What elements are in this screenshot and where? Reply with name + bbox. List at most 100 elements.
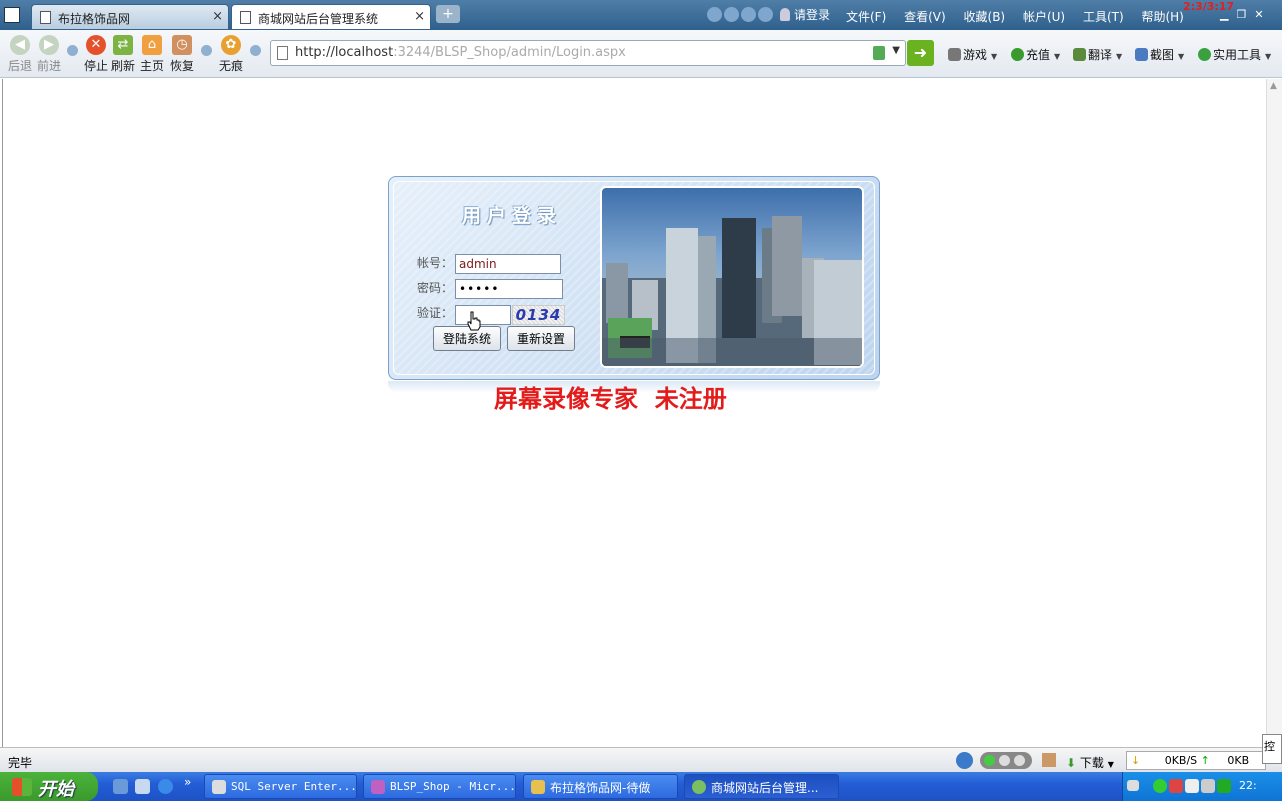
- captcha-image[interactable]: 0134: [512, 305, 565, 325]
- tab-bulage-shop[interactable]: 布拉格饰品网 ×: [31, 4, 229, 30]
- history-dropdown-icon[interactable]: [67, 45, 78, 56]
- control-panel-tab[interactable]: 控: [1262, 734, 1282, 764]
- menu-view[interactable]: 查看(V): [904, 10, 946, 24]
- forward-button[interactable]: ▶ 前进: [34, 35, 64, 74]
- upload-speed: 0KB: [1227, 754, 1250, 767]
- qq-icon[interactable]: [1169, 779, 1183, 793]
- url-host: http://localhost: [295, 45, 394, 60]
- restore-icon[interactable]: ❐: [1236, 8, 1246, 21]
- tray-expand-icon[interactable]: [1143, 778, 1153, 792]
- go-button[interactable]: ➜: [907, 40, 934, 66]
- menu-tools[interactable]: 工具(T): [1083, 10, 1124, 24]
- city-photo: [600, 186, 864, 368]
- show-desktop-icon[interactable]: [113, 779, 128, 794]
- incognito-dropdown-icon[interactable]: [250, 45, 261, 56]
- restore-dropdown-icon[interactable]: [201, 45, 212, 56]
- account-login-link[interactable]: 请登录: [780, 6, 830, 23]
- stop-label: 停止: [83, 59, 108, 73]
- screenshot-label: 截图: [1150, 48, 1175, 62]
- address-bar[interactable]: http://localhost:3244/BLSP_Shop/admin/Lo…: [270, 40, 906, 66]
- forward-label: 前进: [36, 59, 61, 73]
- sidebar-toggle-icon[interactable]: [4, 7, 20, 23]
- task-visual-studio[interactable]: BLSP_Shop - Micr...: [363, 774, 516, 799]
- prev-tab-icon[interactable]: [707, 7, 722, 22]
- new-tab-button[interactable]: +: [436, 5, 460, 23]
- address-url[interactable]: http://localhost:3244/BLSP_Shop/admin/Lo…: [295, 45, 626, 60]
- download-button[interactable]: ⬇ 下载 ▼: [1066, 754, 1114, 771]
- address-dropdown-icon[interactable]: ▼: [892, 45, 900, 56]
- back-arrow-icon: ◀: [10, 35, 30, 55]
- tab-admin-system[interactable]: 商城网站后台管理系统 ×: [231, 4, 431, 30]
- vertical-scrollbar[interactable]: ▲: [1266, 79, 1282, 747]
- screenshot-button[interactable]: 截图 ▼: [1135, 46, 1184, 63]
- captcha-label: 验证：: [417, 306, 454, 320]
- network-icon[interactable]: [1153, 779, 1167, 793]
- keyboard-icon[interactable]: [1127, 780, 1139, 791]
- upload-speed-icon: ↑: [1200, 754, 1210, 767]
- ie-icon[interactable]: [158, 779, 173, 794]
- games-button[interactable]: 游戏 ▼: [948, 46, 997, 63]
- browser-toolbar: ◀ 后退 ▶ 前进 ✕ 停止 ⇄ 刷新 ⌂ 主页 ◷ 恢复 ✿ 无痕 http:…: [0, 30, 1282, 78]
- tray-clock[interactable]: 22:: [1239, 779, 1257, 792]
- task-folder[interactable]: 布拉格饰品网-待做: [523, 774, 678, 799]
- captcha-input[interactable]: [455, 305, 511, 325]
- package-icon[interactable]: [1042, 753, 1056, 767]
- page-icon: [240, 11, 251, 24]
- translate-button[interactable]: 翻译 ▼: [1073, 46, 1122, 63]
- menu-account[interactable]: 帐户(U): [1023, 10, 1065, 24]
- tab-close-button[interactable]: ×: [212, 9, 223, 24]
- explorer-icon[interactable]: [135, 779, 150, 794]
- recorder-watermark: 屏幕录像专家 未注册: [494, 384, 727, 413]
- recharge-label: 充值: [1026, 48, 1051, 62]
- forward-arrow-icon: ▶: [39, 35, 59, 55]
- home-label: 主页: [139, 59, 164, 73]
- reset-button[interactable]: 重新设置: [507, 326, 575, 351]
- recharge-button[interactable]: 充值 ▼: [1011, 46, 1060, 63]
- plus-icon: [1198, 48, 1211, 61]
- task-label: SQL Server Enter...: [231, 780, 357, 793]
- chevron-down-icon: ▼: [1107, 760, 1114, 769]
- account-input[interactable]: [455, 254, 561, 274]
- globe-icon[interactable]: [956, 752, 973, 769]
- clock-icon: ◷: [172, 35, 192, 55]
- password-label: 密码：: [417, 281, 454, 295]
- system-tray: 22:: [1122, 772, 1282, 801]
- browser-icon: [692, 780, 706, 794]
- password-input[interactable]: [455, 279, 563, 299]
- quicklaunch-more-button[interactable]: »: [184, 775, 191, 789]
- stop-button[interactable]: ✕ 停止: [81, 35, 111, 74]
- speed-meter: ↓ 0KB/S ↑ 0KB: [1126, 751, 1266, 770]
- task-label: 商城网站后台管理...: [711, 781, 819, 795]
- start-button[interactable]: 开始: [0, 772, 98, 801]
- incognito-button[interactable]: ✿ 无痕: [216, 35, 246, 74]
- minimize-icon[interactable]: ▁: [1220, 8, 1228, 21]
- close-tab-icon[interactable]: [758, 7, 773, 22]
- task-browser[interactable]: 商城网站后台管理...: [684, 774, 839, 799]
- sql-server-icon: [212, 780, 226, 794]
- menu-file[interactable]: 文件(F): [846, 10, 886, 24]
- tab-close-button[interactable]: ×: [414, 9, 425, 24]
- go-arrow-icon: ➜: [913, 43, 928, 62]
- tab-list-icon[interactable]: [741, 7, 756, 22]
- refresh-button[interactable]: ⇄ 刷新: [108, 35, 138, 74]
- traffic-lights-icon[interactable]: [980, 752, 1032, 769]
- security-shield-icon[interactable]: [1217, 779, 1231, 793]
- volume-icon[interactable]: [1185, 779, 1199, 793]
- close-window-icon[interactable]: ✕: [1254, 8, 1263, 21]
- next-tab-icon[interactable]: [724, 7, 739, 22]
- restore-button[interactable]: ◷ 恢复: [167, 35, 197, 74]
- home-button[interactable]: ⌂ 主页: [137, 35, 167, 74]
- translate-label: 翻译: [1088, 48, 1113, 62]
- menu-favorites[interactable]: 收藏(B): [964, 10, 1006, 24]
- utilities-button[interactable]: 实用工具 ▼: [1198, 46, 1271, 63]
- device-icon[interactable]: [1201, 779, 1215, 793]
- back-button[interactable]: ◀ 后退: [5, 35, 35, 74]
- download-arrow-icon: ⬇: [1066, 756, 1077, 770]
- paw-icon: ✿: [221, 35, 241, 55]
- task-sql-server[interactable]: SQL Server Enter...: [204, 774, 357, 799]
- folder-icon: [531, 780, 545, 794]
- chevron-down-icon: ▼: [1116, 52, 1123, 61]
- menu-help[interactable]: 帮助(H): [1141, 10, 1183, 24]
- security-shield-icon[interactable]: [873, 46, 885, 60]
- scroll-up-icon[interactable]: ▲: [1270, 81, 1277, 91]
